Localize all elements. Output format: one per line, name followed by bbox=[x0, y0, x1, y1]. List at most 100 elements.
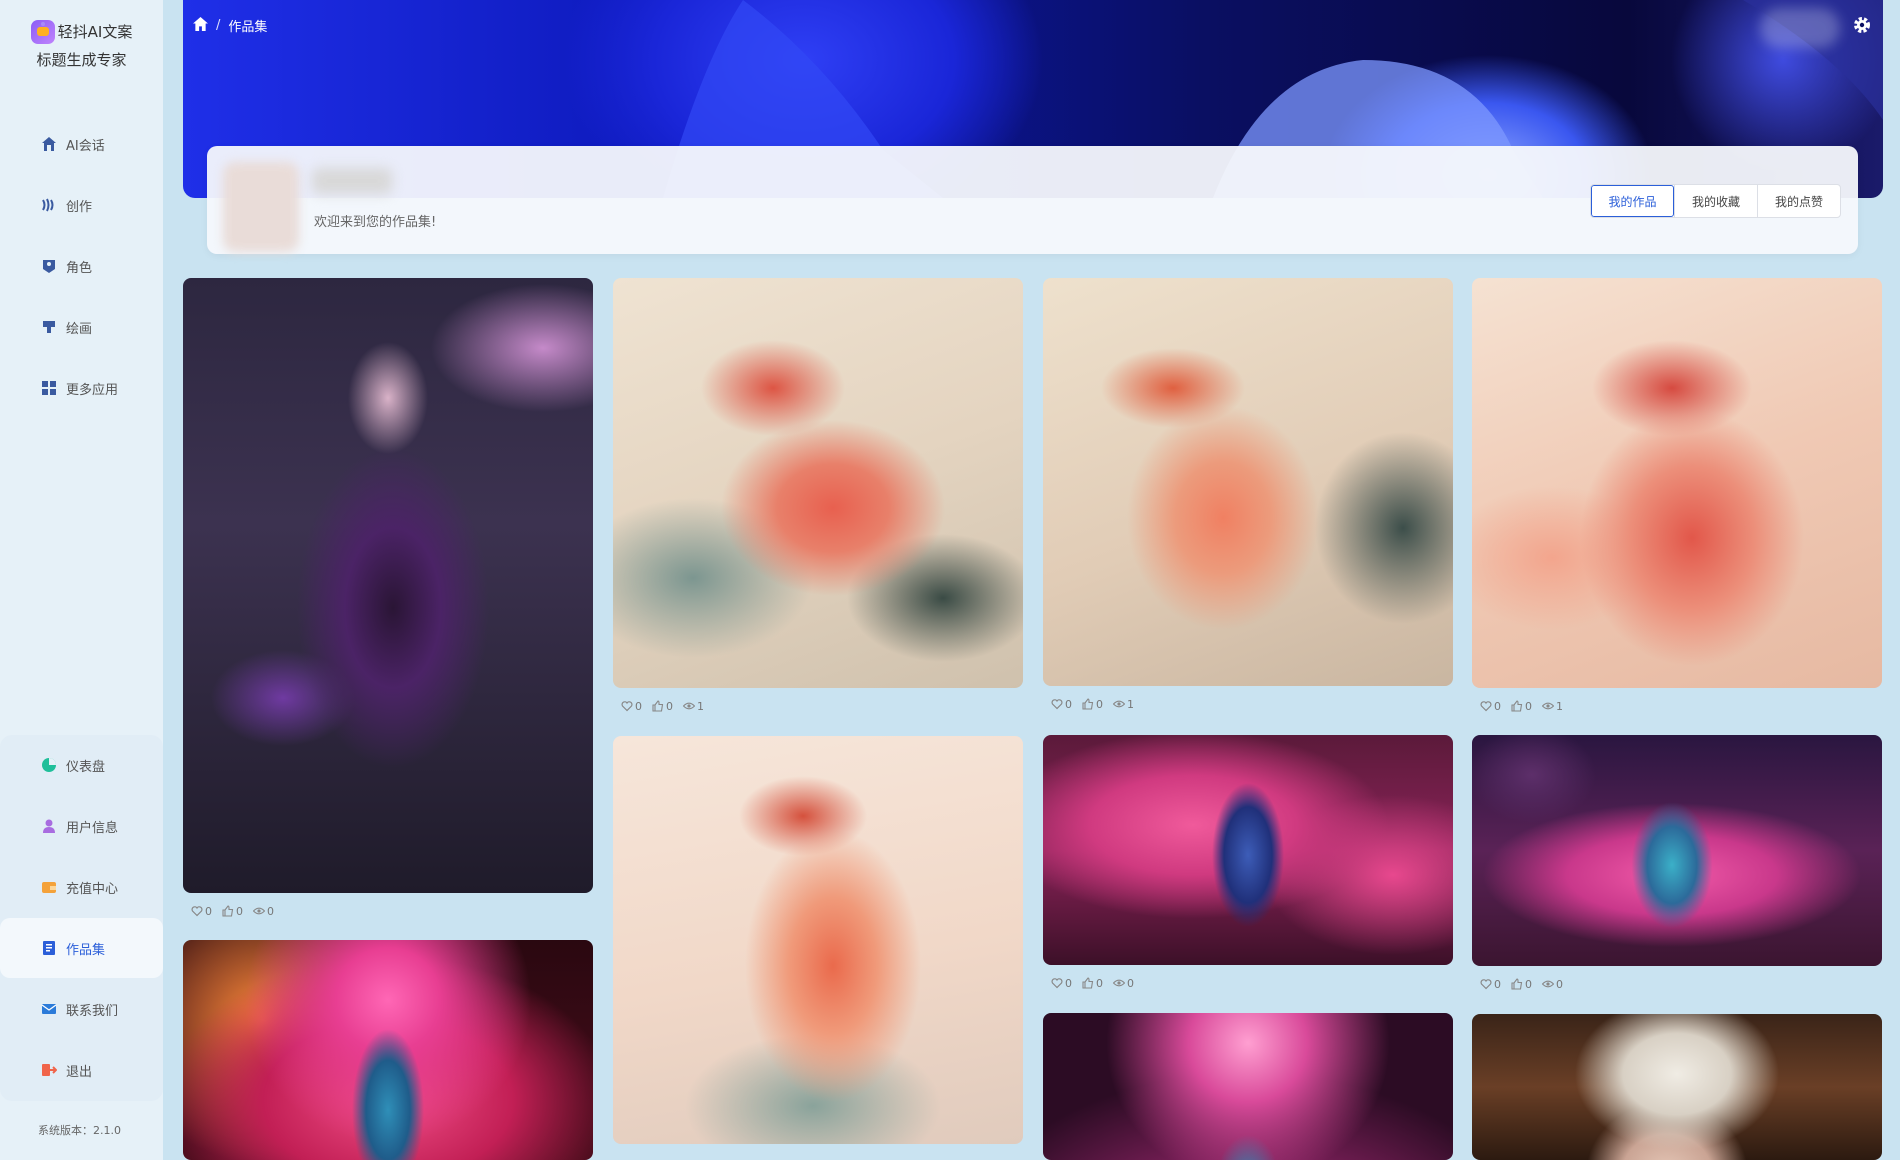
welcome-text: 欢迎来到您的作品集! bbox=[314, 215, 437, 230]
views-stat: 0 bbox=[253, 905, 274, 918]
username-blurred bbox=[312, 168, 392, 194]
nav-label: 退出 bbox=[66, 1064, 93, 1080]
nav-item-create[interactable]: 创作 bbox=[0, 175, 163, 235]
thumbs-stat[interactable]: 0 bbox=[1082, 977, 1103, 990]
heart-icon bbox=[1480, 701, 1492, 712]
artwork-image[interactable] bbox=[183, 940, 593, 1160]
tab-my-likes[interactable]: 我的点赞 bbox=[1757, 185, 1840, 217]
gallery-card[interactable]: 0 0 1 bbox=[1472, 278, 1882, 714]
thumbs-up-icon bbox=[1511, 700, 1523, 712]
gallery-card[interactable]: 0 0 0 bbox=[1043, 735, 1453, 991]
home-icon[interactable] bbox=[193, 16, 208, 35]
gallery-card[interactable] bbox=[613, 736, 1023, 1144]
likes-stat[interactable]: 0 bbox=[1051, 977, 1072, 990]
nav-item-more-apps[interactable]: 更多应用 bbox=[0, 358, 163, 418]
nav-label: 用户信息 bbox=[66, 820, 119, 836]
eye-icon bbox=[683, 702, 695, 710]
artwork-image[interactable] bbox=[1043, 735, 1453, 965]
role-icon bbox=[40, 257, 58, 275]
views-stat: 0 bbox=[1542, 978, 1563, 991]
artwork-image[interactable] bbox=[1472, 1014, 1882, 1160]
thumbs-stat[interactable]: 0 bbox=[1511, 978, 1532, 991]
wave-icon bbox=[40, 196, 58, 214]
system-version: 系统版本：2.1.0 bbox=[38, 1124, 121, 1137]
brand-subtitle: 标题生成专家 bbox=[36, 51, 127, 69]
tab-my-works[interactable]: 我的作品 bbox=[1591, 185, 1674, 217]
card-stats: 0 0 0 bbox=[1472, 976, 1882, 992]
gallery-card[interactable]: 0 0 1 bbox=[1043, 278, 1453, 712]
user-avatar-blurred[interactable] bbox=[1760, 8, 1840, 48]
book-icon bbox=[40, 939, 58, 957]
nav-item-paint[interactable]: 绘画 bbox=[0, 297, 163, 357]
sidebar: 轻抖AI文案 标题生成专家 AI会话 创作 角色 绘画 更多应用 仪表盘 用户信… bbox=[0, 0, 163, 1160]
wallet-icon bbox=[40, 878, 58, 896]
nav-item-portfolio[interactable]: 作品集 bbox=[0, 918, 163, 978]
apps-icon bbox=[40, 379, 58, 397]
eye-icon bbox=[1113, 979, 1125, 987]
nav-item-dashboard[interactable]: 仪表盘 bbox=[0, 735, 163, 795]
artwork-image[interactable] bbox=[1043, 1013, 1453, 1160]
primary-nav: AI会话 创作 角色 绘画 更多应用 bbox=[0, 114, 163, 419]
nav-item-ai-chat[interactable]: AI会话 bbox=[0, 114, 163, 174]
nav-item-role[interactable]: 角色 bbox=[0, 236, 163, 296]
card-stats: 0 0 0 bbox=[183, 903, 593, 919]
card-stats: 0 0 1 bbox=[1472, 698, 1882, 714]
artwork-image[interactable] bbox=[1043, 278, 1453, 686]
card-stats: 0 0 1 bbox=[613, 698, 1023, 714]
artwork-image[interactable] bbox=[613, 736, 1023, 1144]
thumbs-up-icon bbox=[222, 905, 234, 917]
heart-icon bbox=[1480, 979, 1492, 990]
likes-stat[interactable]: 0 bbox=[1480, 978, 1501, 991]
views-stat: 0 bbox=[1113, 977, 1134, 990]
card-stats: 0 0 1 bbox=[1043, 696, 1453, 712]
nav-label: 仪表盘 bbox=[66, 759, 106, 775]
mail-icon bbox=[40, 1000, 58, 1018]
thumbs-up-icon bbox=[1082, 977, 1094, 989]
views-stat: 1 bbox=[683, 700, 704, 713]
heart-icon bbox=[621, 701, 633, 712]
nav-label: 角色 bbox=[66, 260, 93, 276]
thumbs-stat[interactable]: 0 bbox=[652, 700, 673, 713]
artwork-image[interactable] bbox=[1472, 735, 1882, 966]
thumbs-stat[interactable]: 0 bbox=[222, 905, 243, 918]
gallery-card[interactable] bbox=[1043, 1013, 1453, 1160]
artwork-image[interactable] bbox=[183, 278, 593, 893]
nav-item-logout[interactable]: 退出 bbox=[0, 1040, 163, 1100]
logout-icon bbox=[40, 1061, 58, 1079]
robot-logo-icon bbox=[30, 20, 55, 44]
portfolio-tabs: 我的作品 我的收藏 我的点赞 bbox=[1590, 184, 1841, 218]
views-stat: 1 bbox=[1113, 698, 1134, 711]
likes-stat[interactable]: 0 bbox=[1051, 698, 1072, 711]
likes-stat[interactable]: 0 bbox=[191, 905, 212, 918]
nav-item-user-info[interactable]: 用户信息 bbox=[0, 796, 163, 856]
gallery-card[interactable] bbox=[183, 940, 593, 1160]
thumbs-up-icon bbox=[652, 700, 664, 712]
secondary-nav: 仪表盘 用户信息 充值中心 作品集 联系我们 退出 bbox=[0, 735, 163, 1101]
home-icon bbox=[40, 135, 58, 153]
nav-label: 更多应用 bbox=[66, 382, 119, 398]
likes-stat[interactable]: 0 bbox=[1480, 700, 1501, 713]
thumbs-up-icon bbox=[1082, 698, 1094, 710]
gallery-card[interactable]: 0 0 1 bbox=[613, 278, 1023, 714]
thumbs-stat[interactable]: 0 bbox=[1082, 698, 1103, 711]
breadcrumb-current: 作品集 bbox=[228, 20, 268, 35]
user-icon bbox=[40, 817, 58, 835]
thumbs-stat[interactable]: 0 bbox=[1511, 700, 1532, 713]
nav-item-contact[interactable]: 联系我们 bbox=[0, 979, 163, 1039]
card-stats: 0 0 0 bbox=[1043, 975, 1453, 991]
artwork-image[interactable] bbox=[613, 278, 1023, 688]
gallery-card[interactable] bbox=[1472, 1014, 1882, 1160]
thumbs-up-icon bbox=[1511, 978, 1523, 990]
artwork-image[interactable] bbox=[1472, 278, 1882, 688]
gallery-card[interactable]: 0 0 0 bbox=[1472, 735, 1882, 992]
nav-item-recharge[interactable]: 充值中心 bbox=[0, 857, 163, 917]
nav-label: 绘画 bbox=[66, 321, 93, 337]
brand-title: 轻抖AI文案 bbox=[57, 23, 133, 41]
avatar bbox=[223, 162, 299, 252]
eye-icon bbox=[1542, 980, 1554, 988]
nav-label: 创作 bbox=[66, 199, 93, 215]
likes-stat[interactable]: 0 bbox=[621, 700, 642, 713]
gear-icon[interactable] bbox=[1852, 15, 1872, 35]
gallery-card[interactable]: 0 0 0 bbox=[183, 278, 593, 919]
tab-my-favorites[interactable]: 我的收藏 bbox=[1674, 185, 1757, 217]
